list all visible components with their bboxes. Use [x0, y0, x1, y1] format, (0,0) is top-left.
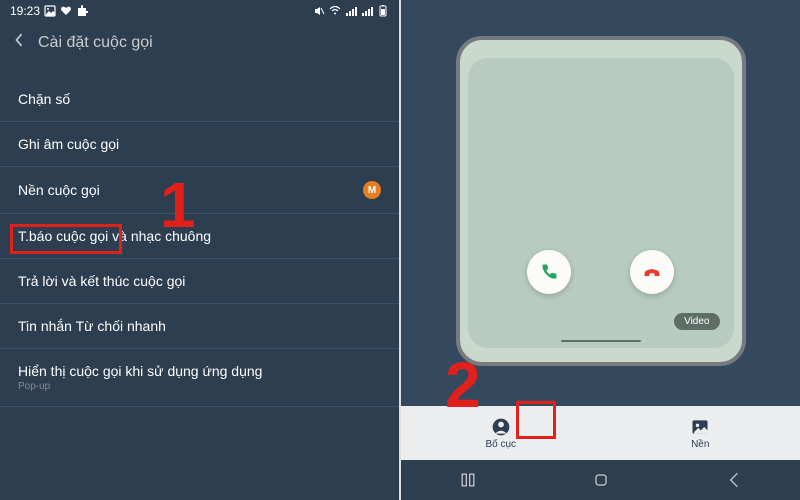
signal2-icon: [361, 5, 373, 17]
call-buttons-row: [468, 250, 734, 294]
page-title: Cài đặt cuộc gọi: [38, 34, 153, 52]
tab-label: Bố cục: [485, 439, 516, 450]
person-icon: [491, 417, 511, 437]
wifi-icon: [329, 5, 341, 17]
signal-icon: [345, 5, 357, 17]
nav-recent-icon[interactable]: [456, 468, 480, 492]
status-right: [313, 5, 389, 17]
tab-label: Nền: [691, 439, 709, 450]
list-item-answer-end[interactable]: Trả lời và kết thúc cuộc gọi: [0, 259, 399, 304]
battery-icon: [377, 5, 389, 17]
list-item-label: Hiển thị cuộc gọi khi sử dụng ứng dụng: [18, 363, 262, 379]
preview-screen: Video Bố cục Nền 2: [401, 0, 800, 500]
settings-list: Chặn số Ghi âm cuộc gọi Nền cuộc gọi M T…: [0, 77, 399, 407]
tab-layout[interactable]: Bố cục: [401, 406, 601, 460]
image-icon: [690, 417, 710, 437]
list-item-call-background[interactable]: Nền cuộc gọi M: [0, 167, 399, 214]
list-item-show-call-in-app[interactable]: Hiển thị cuộc gọi khi sử dụng ứng dụng P…: [0, 349, 399, 407]
list-item-sublabel: Pop-up: [18, 381, 262, 392]
list-item-quick-decline[interactable]: Tin nhắn Từ chối nhanh: [0, 304, 399, 349]
answer-button[interactable]: [527, 250, 571, 294]
phone-mockup: Video: [456, 36, 746, 366]
list-item-alerts-ringtone[interactable]: T.báo cuộc gọi và nhạc chuông: [0, 214, 399, 259]
m-badge: M: [363, 181, 381, 199]
puzzle-icon: [76, 5, 88, 17]
status-bar: 19:23: [0, 0, 399, 22]
video-badge: Video: [674, 313, 719, 330]
list-item-label: Chặn số: [18, 91, 70, 107]
list-item-block-number[interactable]: Chặn số: [0, 77, 399, 122]
back-icon[interactable]: [14, 32, 24, 53]
decline-button[interactable]: [630, 250, 674, 294]
status-left: 19:23: [10, 4, 88, 18]
list-item-label: Trả lời và kết thúc cuộc gọi: [18, 273, 185, 289]
nav-back-icon[interactable]: [722, 468, 746, 492]
list-item-content: Hiển thị cuộc gọi khi sử dụng ứng dụng P…: [18, 363, 262, 392]
nav-home-icon[interactable]: [589, 468, 613, 492]
list-item-label: Ghi âm cuộc gọi: [18, 136, 119, 152]
step-number-2: 2: [445, 348, 481, 422]
phone-wrapper: Video: [401, 0, 800, 406]
settings-screen: 19:23: [0, 0, 401, 500]
home-indicator: [561, 340, 641, 342]
mute-icon: [313, 5, 325, 17]
list-item-label: Tin nhắn Từ chối nhanh: [18, 318, 166, 334]
list-item-record-call[interactable]: Ghi âm cuộc gọi: [0, 122, 399, 167]
heart-icon: [60, 5, 72, 17]
step-number-1: 1: [160, 168, 196, 242]
list-item-label: Nền cuộc gọi: [18, 182, 100, 198]
clock-label: 19:23: [10, 4, 40, 18]
gallery-icon: [44, 5, 56, 17]
tab-background[interactable]: Nền: [601, 406, 800, 460]
phone-screen: Video: [468, 58, 734, 348]
page-header: Cài đặt cuộc gọi: [0, 22, 399, 63]
system-nav-bar: [401, 460, 800, 500]
